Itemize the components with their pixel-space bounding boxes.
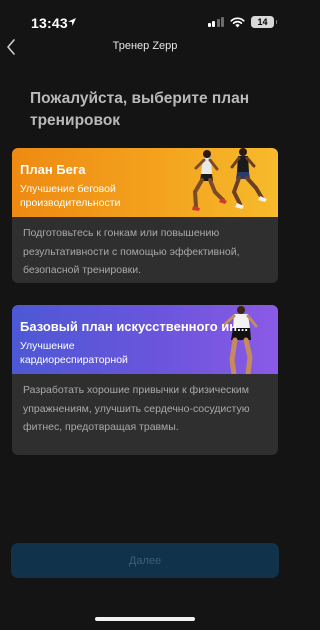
plan-description: Подготовьтесь к гонкам или повышению рез… — [23, 227, 240, 276]
wifi-icon — [230, 16, 245, 27]
athlete-image — [222, 306, 258, 374]
status-indicators: 14 — [207, 16, 277, 28]
home-indicator — [95, 617, 195, 621]
status-time: 13:43 — [31, 15, 68, 31]
plan-subtitle: Улучшение беговой производительности — [20, 183, 121, 209]
next-button[interactable]: Далее — [11, 543, 279, 578]
location-arrow-icon — [68, 18, 76, 26]
plan-banner: План Бега Улучшение беговой производител… — [12, 148, 278, 217]
nav-title: Тренер Zepp — [112, 40, 178, 52]
plan-description: Разработать хорошие привычки к физически… — [23, 384, 250, 433]
plan-banner: Базовый план искусственного ин... Улучше… — [12, 305, 278, 374]
cellular-signal-icon — [207, 17, 224, 27]
plan-subtitle: Улучшение кардиореспираторной — [20, 340, 128, 366]
battery-icon: 14 — [251, 16, 277, 28]
navigation-bar: Тренер Zepp — [0, 36, 290, 60]
plan-title: Базовый план искусственного ин... — [20, 319, 248, 334]
page-heading: Пожалуйста, выберите план тренировок — [30, 90, 250, 129]
plan-card-running[interactable]: План Бега Улучшение беговой производител… — [12, 148, 278, 283]
plan-title: План Бега — [20, 162, 86, 177]
runners-image — [192, 148, 267, 211]
plan-card-basic[interactable]: Базовый план искусственного ин... Улучше… — [12, 305, 278, 455]
